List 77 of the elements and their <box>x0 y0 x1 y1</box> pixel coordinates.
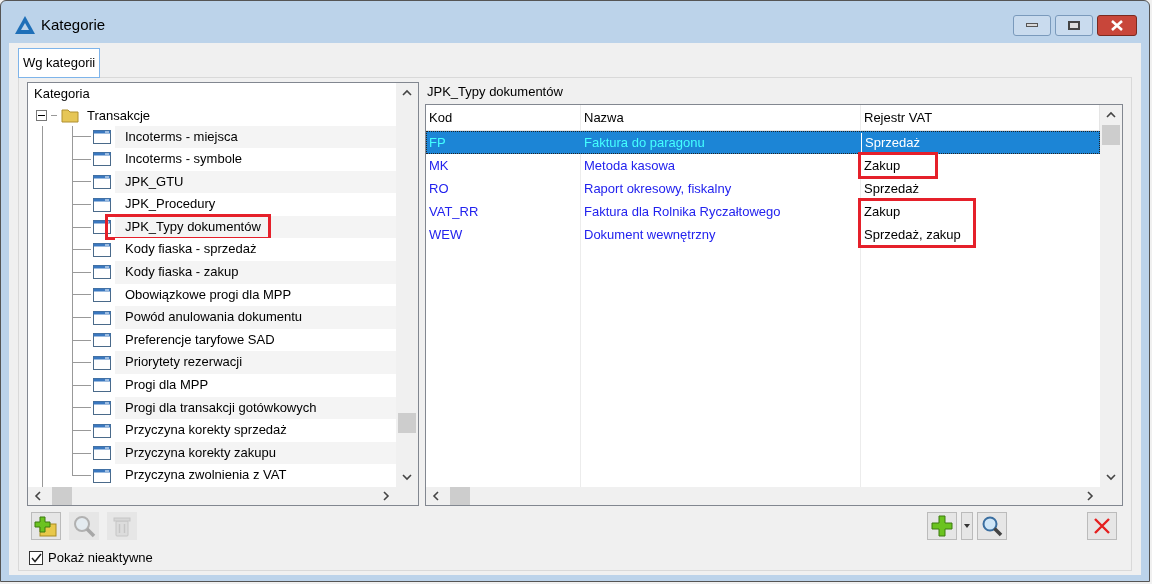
close-icon <box>1110 19 1124 31</box>
tree-item[interactable]: Kody fiaska - zakup <box>115 261 396 284</box>
window-title: Kategorie <box>41 14 106 35</box>
window-icon <box>93 400 111 415</box>
window-icon <box>93 446 111 461</box>
tree-item[interactable]: Transakcje <box>83 105 151 125</box>
vertical-scrollbar[interactable] <box>396 83 418 487</box>
tree-header: Kategoria <box>33 85 91 103</box>
table-cell-text: MK <box>428 156 450 175</box>
delete-button[interactable] <box>1087 512 1117 540</box>
checkbox[interactable] <box>29 551 43 565</box>
window-icon <box>93 152 111 167</box>
window-icon <box>93 242 111 257</box>
caret-icon <box>964 524 970 528</box>
window-icon <box>93 378 111 393</box>
window-icon <box>93 287 111 302</box>
table-cell-text: Raport okresowy, fiskalny <box>583 179 733 198</box>
minimize-button[interactable] <box>1013 14 1051 36</box>
tree-item[interactable]: Przyczyna korekty zakupu <box>115 441 396 465</box>
window-icon <box>93 310 111 325</box>
check-icon <box>30 553 42 563</box>
window-icon <box>93 423 111 438</box>
table-cell-text: WEW <box>428 225 464 244</box>
add-folder-icon <box>34 514 58 538</box>
scroll-thumb[interactable] <box>398 413 416 433</box>
scroll-thumb[interactable] <box>450 487 470 505</box>
horizontal-scrollbar[interactable] <box>28 487 396 505</box>
table-cell-text: Metoda kasowa <box>583 156 677 175</box>
tree-item[interactable]: Progi dla transakcji gotówkowych <box>115 396 396 420</box>
search-icon <box>981 515 1003 537</box>
window-icon <box>93 175 111 189</box>
window-icon <box>93 468 111 483</box>
table-row[interactable]: WEW Dokument wewnętrzny Sprzedaż, zakup <box>426 223 1100 246</box>
table-row[interactable]: MK Metoda kasowa Zakup <box>426 154 1100 177</box>
tree-item[interactable]: JPK_GTU <box>115 170 396 194</box>
window-icon <box>93 333 111 348</box>
table-cell-text: FP <box>428 133 447 152</box>
table-cell-text: Zakup <box>863 156 902 175</box>
table-cell-text: Sprzedaż, zakup <box>863 225 962 244</box>
search-button[interactable] <box>977 512 1007 540</box>
window-icon <box>93 355 111 370</box>
close-button[interactable] <box>1097 14 1137 36</box>
search-icon <box>72 514 96 538</box>
window-icon <box>93 129 111 144</box>
table-cell-text: VAT_RR <box>428 202 480 221</box>
close-icon <box>1093 517 1111 535</box>
window-icon <box>93 197 111 212</box>
vertical-scrollbar[interactable] <box>1100 105 1122 487</box>
table-cell-text: Zakup <box>863 202 902 221</box>
tab[interactable]: Wg kategorii <box>18 48 101 78</box>
tree-item[interactable]: Priorytety rezerwacji <box>115 351 396 375</box>
table-row[interactable]: VAT_RR Faktura dla Rolnika Ryczałtowego Zakup <box>426 200 1100 223</box>
table-row[interactable]: FP Faktura do paragonu Sprzedaż <box>426 131 1100 154</box>
grid-title: JPK_Typy dokumentów <box>426 83 564 101</box>
maximize-button[interactable] <box>1055 14 1093 36</box>
table-cell-text: RO <box>428 179 450 198</box>
app-logo-icon <box>15 16 35 34</box>
plus-icon <box>931 515 953 537</box>
tree-item[interactable]: Incoterms - miejsca <box>115 125 396 149</box>
table-row[interactable]: RO Raport okresowy, fiskalny Sprzedaż <box>426 177 1100 200</box>
folder-icon <box>61 107 79 124</box>
column-header[interactable]: Nazwa <box>581 105 861 130</box>
column-header[interactable]: Kod <box>426 105 581 130</box>
scroll-thumb[interactable] <box>1102 125 1120 145</box>
window-icon <box>93 265 111 280</box>
dropdown-button[interactable] <box>961 512 973 540</box>
scroll-thumb[interactable] <box>52 487 72 505</box>
table-cell-text: Faktura dla Rolnika Ryczałtowego <box>583 202 782 221</box>
table-cell-text: Dokument wewnętrzny <box>583 225 717 244</box>
table-cell-text: Faktura do paragonu <box>583 133 706 152</box>
toolbar-button[interactable] <box>31 512 61 540</box>
tree-item[interactable]: Powód anulowania dokumentu <box>115 306 396 329</box>
table-cell-text: Sprzedaż <box>863 179 920 198</box>
collapse-toggle-icon[interactable] <box>36 109 47 121</box>
horizontal-scrollbar[interactable] <box>426 487 1100 505</box>
checkbox-label: Pokaż nieaktywne <box>48 549 153 568</box>
trash-icon <box>110 514 134 538</box>
